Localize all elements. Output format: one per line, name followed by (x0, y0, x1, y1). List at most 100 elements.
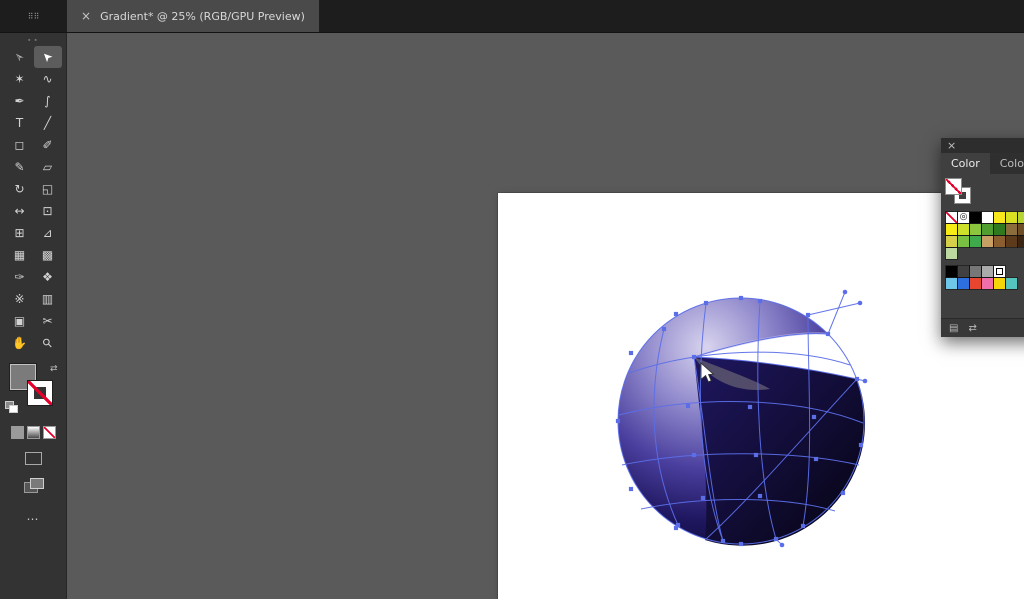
document-tab[interactable]: × Gradient* @ 25% (RGB/GPU Preview) (67, 0, 319, 32)
swatch[interactable] (982, 266, 993, 277)
swap-fill-stroke-icon[interactable]: ⇄ (50, 364, 58, 374)
swatch[interactable] (1018, 212, 1024, 223)
symbol-sprayer-icon: ※ (14, 292, 24, 306)
artboard-icon: ▣ (14, 314, 25, 328)
swatch[interactable] (1006, 224, 1017, 235)
swatch[interactable] (1006, 278, 1017, 289)
artboard-tool[interactable]: ▣ (6, 310, 34, 332)
free-transform-tool[interactable]: ⊡ (34, 200, 62, 222)
edit-toolbar-button[interactable]: … (27, 509, 41, 523)
pen-icon: ✒ (14, 94, 24, 108)
swatch[interactable] (946, 248, 957, 259)
pen-tool[interactable]: ✒ (6, 90, 34, 112)
gradient-icon: ▩ (42, 248, 53, 262)
slice-icon: ✂ (42, 314, 52, 328)
apply-none-button[interactable] (43, 426, 56, 439)
swatch[interactable] (970, 278, 981, 289)
scale-tool[interactable]: ◱ (34, 178, 62, 200)
illustrator-window: ⠿⠿ × Gradient* @ 25% (RGB/GPU Preview) ∙… (0, 0, 1024, 599)
swatch[interactable] (946, 266, 957, 277)
curvature-tool[interactable]: ∫ (34, 90, 62, 112)
paintbrush-icon: ✐ (42, 138, 52, 152)
blend-tool[interactable]: ❖ (34, 266, 62, 288)
swatch[interactable] (1006, 212, 1017, 223)
swatch[interactable] (958, 236, 969, 247)
swatch[interactable] (958, 266, 969, 277)
eyedropper-tool[interactable]: ✑ (6, 266, 34, 288)
apply-color-button[interactable] (11, 426, 24, 439)
hand-tool[interactable]: ✋ (6, 332, 34, 354)
symbol-sprayer-tool[interactable]: ※ (6, 288, 34, 310)
tools-grip-icon[interactable]: ∙∙ (27, 36, 40, 44)
swatch[interactable] (982, 236, 993, 247)
blend-icon: ❖ (42, 270, 53, 284)
swatch[interactable] (994, 224, 1005, 235)
mesh-tool[interactable]: ▦ (6, 244, 34, 266)
width-icon: ↔ (14, 204, 24, 218)
swatch[interactable] (970, 236, 981, 247)
paintbrush-tool[interactable]: ✐ (34, 134, 62, 156)
apply-gradient-button[interactable] (27, 426, 40, 439)
swatch[interactable] (982, 224, 993, 235)
screen-mode-button[interactable] (24, 478, 44, 493)
type-tool[interactable]: T (6, 112, 34, 134)
magic-wand-tool[interactable]: ✶ (6, 68, 34, 90)
tools-panel: ∙∙ ➢ ➤✶∿ ✒ ∫T╱◻ ✐ ✎▱↻◱ ↔ ⊡ ⊞ ⊿ ▦ ▩ ✑ ❖ ※ ▥ ▣ ✂ ✋ ⚲ ⇄ … (0, 33, 67, 599)
slice-tool[interactable]: ✂ (34, 310, 62, 332)
stroke-swatch[interactable] (28, 381, 52, 405)
width-tool[interactable]: ↔ (6, 200, 34, 222)
swatch-libraries-icon[interactable]: ▤ (949, 323, 958, 334)
panel-footer: ▤⇄☁▦ (941, 318, 1024, 337)
rectangle-tool[interactable]: ◻ (6, 134, 34, 156)
panel-fill-stroke (946, 179, 978, 209)
default-fill-stroke-icon[interactable] (5, 401, 18, 412)
swatch[interactable] (994, 236, 1005, 247)
swatch[interactable] (1018, 224, 1024, 235)
direct-selection-tool[interactable]: ➢ (6, 46, 34, 68)
swatch[interactable] (970, 266, 981, 277)
close-tab-icon[interactable]: × (81, 10, 91, 22)
perspective-grid-icon: ⊿ (42, 226, 52, 240)
shape-builder-icon: ⊞ (14, 226, 24, 240)
swatch-row (946, 278, 1024, 289)
swatch-row (946, 224, 1024, 235)
rotate-tool[interactable]: ↻ (6, 178, 34, 200)
swatch[interactable] (1006, 236, 1017, 247)
swatch[interactable] (946, 278, 957, 289)
shape-builder-tool[interactable]: ⊞ (6, 222, 34, 244)
line-segment-tool[interactable]: ╱ (34, 112, 62, 134)
swatch[interactable] (982, 278, 993, 289)
column-graph-tool[interactable]: ▥ (34, 288, 62, 310)
swatch[interactable] (970, 212, 981, 223)
swatch[interactable] (982, 212, 993, 223)
swatch[interactable] (958, 224, 969, 235)
swatch[interactable] (958, 278, 969, 289)
swatch-none[interactable] (946, 212, 957, 223)
zoom-icon: ⚲ (39, 335, 55, 351)
tab-color[interactable]: Color (941, 153, 990, 174)
swatch-registration[interactable]: ◎ (958, 212, 969, 223)
gradient-tool[interactable]: ▩ (34, 244, 62, 266)
swatch[interactable] (994, 278, 1005, 289)
swatch[interactable] (1018, 236, 1024, 247)
direct-selection-icon: ➢ (11, 48, 28, 65)
swatch[interactable] (946, 236, 957, 247)
selection-tool[interactable]: ➤ (34, 46, 62, 68)
document-tab-title: Gradient* @ 25% (RGB/GPU Preview) (100, 10, 305, 23)
eraser-tool[interactable]: ▱ (34, 156, 62, 178)
swatch-kinds-icon[interactable]: ⇄ (968, 323, 976, 334)
perspective-grid-tool[interactable]: ⊿ (34, 222, 62, 244)
swatch[interactable] (994, 212, 1005, 223)
zoom-tool[interactable]: ⚲ (34, 332, 62, 354)
tab-color-guide[interactable]: Color G (990, 153, 1024, 174)
pencil-tool[interactable]: ✎ (6, 156, 34, 178)
drawing-mode-button[interactable] (25, 452, 42, 465)
panel-fill-swatch[interactable] (946, 179, 961, 194)
swatch-pattern[interactable] (994, 266, 1005, 277)
close-panel-icon[interactable]: × (947, 140, 956, 151)
lasso-tool[interactable]: ∿ (34, 68, 62, 90)
swatch[interactable] (970, 224, 981, 235)
jaw-fold-shape (694, 357, 865, 546)
apply-color-modes (11, 426, 56, 439)
swatch[interactable] (946, 224, 957, 235)
